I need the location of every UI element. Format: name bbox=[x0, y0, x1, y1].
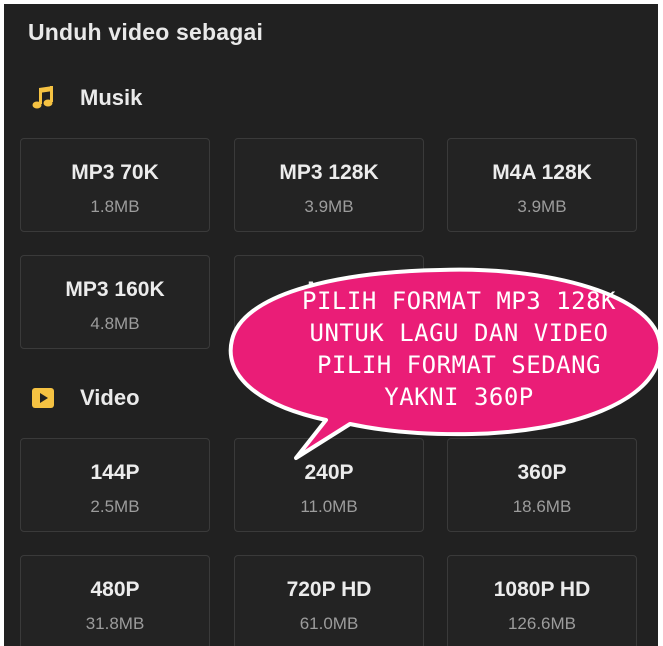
video-section-label: Video bbox=[80, 385, 140, 410]
music-section-label: Musik bbox=[80, 85, 143, 110]
format-label: MP3 70K bbox=[71, 161, 159, 184]
annotation-line: YAKNI 360P bbox=[384, 383, 534, 411]
file-size: 1.8MB bbox=[90, 197, 140, 216]
file-size: 3.9MB bbox=[517, 197, 567, 216]
annotation-line: UNTUK LAGU DAN VIDEO bbox=[309, 319, 609, 347]
annotation-line: PILIH FORMAT MP3 128K bbox=[302, 287, 616, 315]
format-label: 1080P HD bbox=[493, 578, 591, 601]
music-note-icon bbox=[28, 83, 58, 113]
format-label: 720P HD bbox=[286, 578, 372, 601]
format-option-144p[interactable]: 144P 2.5MB bbox=[20, 438, 210, 532]
file-size: 61.0MB bbox=[299, 614, 359, 633]
format-option-mp3-128k[interactable]: MP3 128K 3.9MB bbox=[234, 138, 424, 232]
file-size: 3.9MB bbox=[304, 197, 354, 216]
format-option-360p[interactable]: 360P 18.6MB bbox=[447, 438, 637, 532]
format-label: 240P bbox=[304, 461, 354, 484]
play-icon bbox=[28, 383, 58, 413]
format-option-240p[interactable]: 240P 11.0MB bbox=[234, 438, 424, 532]
file-size: 4.8MB bbox=[90, 314, 140, 333]
format-option-720p-hd[interactable]: 720P HD 61.0MB bbox=[234, 555, 424, 646]
format-option-mp3-160k[interactable]: MP3 160K 4.8MB bbox=[20, 255, 210, 349]
format-option-mp3-70k[interactable]: MP3 70K 1.8MB bbox=[20, 138, 210, 232]
file-size: 31.8MB bbox=[85, 614, 145, 633]
format-option-1080p-hd[interactable]: 1080P HD 126.6MB bbox=[447, 555, 637, 646]
format-label: 360P bbox=[517, 461, 567, 484]
music-section-header: Musik bbox=[28, 83, 142, 113]
file-size: 11.0MB bbox=[300, 497, 358, 516]
format-option-m4a-128k[interactable]: M4A 128K 3.9MB bbox=[447, 138, 637, 232]
format-label: 480P bbox=[90, 578, 140, 601]
file-size: 126.6MB bbox=[507, 614, 577, 633]
format-option-480p[interactable]: 480P 31.8MB bbox=[20, 555, 210, 646]
format-label: MP3 128K bbox=[279, 161, 379, 184]
dialog-title: Unduh video sebagai bbox=[28, 19, 264, 45]
file-size: 2.5MB bbox=[90, 497, 140, 516]
video-section-header: Video bbox=[28, 383, 140, 413]
format-label: MP3 160K bbox=[65, 278, 165, 301]
annotation-line: PILIH FORMAT SEDANG bbox=[316, 351, 602, 379]
file-size: 18.6MB bbox=[512, 497, 572, 516]
format-label: 144P bbox=[90, 461, 140, 484]
format-label: M4A 128K bbox=[492, 161, 592, 184]
